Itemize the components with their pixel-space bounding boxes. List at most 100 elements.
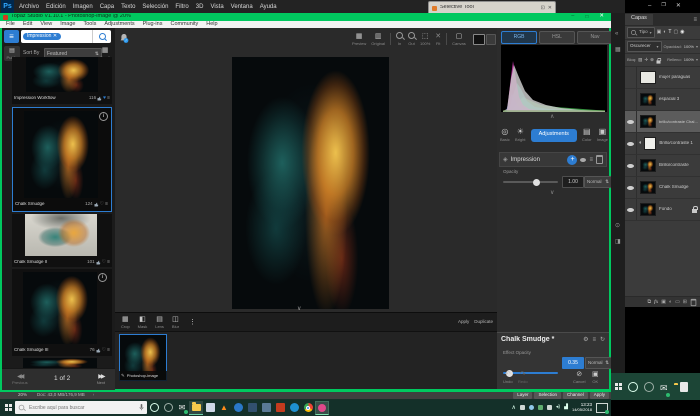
preset-menu-icon[interactable]: ≡ xyxy=(107,348,110,353)
topaz-close-icon[interactable]: ✕ xyxy=(599,14,604,20)
lens-tool-button[interactable]: ▤Lens xyxy=(155,316,164,329)
task-view-icon[interactable] xyxy=(644,382,654,392)
edit-pencil-icon[interactable]: ✎ xyxy=(121,374,125,379)
apply-button[interactable]: Apply xyxy=(458,320,469,325)
layer-name[interactable]: Brillo/contraste 1 xyxy=(659,141,693,146)
menu-edicion[interactable]: Edición xyxy=(46,4,66,10)
menu-texto[interactable]: Texto xyxy=(121,4,135,10)
tray-icon-2[interactable] xyxy=(529,405,534,410)
topaz-menu-adjustments[interactable]: Adjustments xyxy=(104,22,134,28)
delete-adjustment-icon[interactable] xyxy=(596,155,603,164)
mask-tool-button[interactable]: ◧Mask xyxy=(138,316,148,329)
layer-name[interactable]: mujer paraguas xyxy=(659,75,690,80)
layer-name[interactable]: brillo/contraste Chalk Smudge II xyxy=(659,120,700,124)
preset-menu-icon[interactable]: ≡ xyxy=(107,96,110,101)
layer-row-espacial-3[interactable]: espacial 3 xyxy=(625,89,700,111)
cancel-button[interactable]: ⊘Cancel xyxy=(573,371,585,384)
preview-button[interactable]: ▦Preview xyxy=(352,33,366,46)
preset-thumbnail[interactable] xyxy=(23,272,97,344)
topaz-titlebar[interactable]: Topaz Studio V1.10.1 - Photoshop-image @… xyxy=(0,13,611,21)
menu-ayuda[interactable]: Ayuda xyxy=(260,4,277,10)
fit-button[interactable]: ✕Fit xyxy=(435,33,441,46)
favorite-icon[interactable]: ♡ xyxy=(102,348,106,353)
pagination-next-button[interactable]: ▶▶ Next xyxy=(97,374,105,385)
collapse-panels-icon[interactable]: « xyxy=(615,31,618,37)
windows-logo-icon[interactable] xyxy=(615,383,622,390)
visibility-toggle[interactable] xyxy=(625,199,637,220)
preset-card-partial[interactable] xyxy=(23,358,97,368)
adjustments-button[interactable]: Adjustments xyxy=(531,129,577,142)
task-view-button[interactable] xyxy=(161,401,175,415)
search-input[interactable]: Impression ✕ xyxy=(21,30,92,43)
visibility-toggle[interactable] xyxy=(625,155,637,176)
layer-row-fondo[interactable]: Fondo xyxy=(625,199,700,221)
lock-all-icon[interactable] xyxy=(656,60,660,63)
zoom-level[interactable]: 20% xyxy=(18,393,27,398)
delete-layer-icon[interactable] xyxy=(691,298,697,305)
selective-tool-pin-icon[interactable]: ⊡ xyxy=(541,6,545,11)
taskbar-search-input[interactable] xyxy=(27,404,137,412)
filter-adjustment-icon[interactable]: ◐ xyxy=(663,30,666,35)
canvas-button[interactable]: ▢Canvas xyxy=(452,33,466,46)
favorite-icon[interactable]: ♡ xyxy=(102,260,106,265)
dock-icon-2[interactable]: ◨ xyxy=(615,239,621,245)
opacity-slider[interactable] xyxy=(503,181,558,183)
start-button[interactable] xyxy=(1,401,15,415)
opacity-slider-handle[interactable] xyxy=(533,179,540,186)
bright-tool-button[interactable]: ☀Bright xyxy=(515,128,525,142)
menu-seleccion[interactable]: Selección xyxy=(142,4,168,10)
layer-thumbnail[interactable] xyxy=(640,203,656,216)
new-adjustment-icon[interactable]: ◐ xyxy=(669,300,672,305)
layer-thumbnail[interactable] xyxy=(640,93,656,106)
explorer-button[interactable] xyxy=(189,401,203,415)
single-view-button[interactable] xyxy=(473,34,485,45)
impression-panel-header[interactable]: ◈ Impression + ≡ xyxy=(499,152,607,167)
effect-menu-icon[interactable]: ≡ xyxy=(592,337,596,343)
volume-icon[interactable]: ◂) xyxy=(556,405,560,410)
tab-hsl[interactable]: HSL xyxy=(539,31,575,44)
zoom-in-button[interactable]: In xyxy=(396,32,403,46)
status-chevron-icon[interactable]: › xyxy=(93,393,95,398)
vlc-button[interactable]: ▲ xyxy=(217,401,231,415)
menu-filtro[interactable]: Filtro xyxy=(175,4,188,10)
effect-blend-dropdown[interactable]: Normal⇅ xyxy=(585,357,612,369)
layer-name[interactable]: Chalk Smudge xyxy=(659,185,689,190)
layer-name[interactable]: espacial 3 xyxy=(659,97,679,102)
notification-bell-icon[interactable]: i xyxy=(119,30,129,40)
selection-button[interactable]: Selection xyxy=(534,392,561,399)
layer-thumbnail[interactable] xyxy=(640,71,656,84)
filter-pin-icon[interactable]: ◉ xyxy=(680,30,684,35)
basic-tool-button[interactable]: ◎Basic xyxy=(500,128,510,142)
favorite-icon[interactable]: ♡ xyxy=(100,202,104,207)
preset-card-chalk-smudge[interactable]: i Chalk Smudge 124 ♡ ≡ xyxy=(12,107,112,212)
taskbar-search[interactable] xyxy=(15,401,147,414)
selective-tool-close-icon[interactable]: ✕ xyxy=(548,6,552,11)
app-icon[interactable] xyxy=(680,382,688,392)
histogram-collapse-icon[interactable]: ∧ xyxy=(550,114,554,120)
more-tools-icon[interactable]: ⋮ xyxy=(189,319,196,326)
layer-button[interactable]: Layer xyxy=(513,392,532,399)
lock-position-icon[interactable]: ⊕ xyxy=(650,58,654,63)
clock[interactable]: 13:23 14/05/2018 xyxy=(572,403,592,413)
favorite-icon[interactable]: ♥ xyxy=(103,96,106,101)
redo-button[interactable]: ↷Redo xyxy=(518,371,528,384)
active-app-button[interactable] xyxy=(315,401,329,415)
link-layers-icon[interactable]: ⧉ xyxy=(648,300,652,305)
crop-tool-button[interactable]: ▦Crop xyxy=(121,316,130,329)
microphone-icon[interactable] xyxy=(139,404,144,411)
visibility-toggle[interactable] xyxy=(625,89,637,110)
color-tool-button[interactable]: ▤Color xyxy=(582,128,592,142)
preset-thumbnail[interactable] xyxy=(24,111,98,198)
new-layer-icon[interactable]: ⊞ xyxy=(683,300,687,305)
tray-icon-1[interactable] xyxy=(520,405,525,410)
filter-image-icon[interactable]: ▣ xyxy=(657,30,662,35)
mail-button[interactable]: ✉ xyxy=(660,378,668,396)
channel-button[interactable]: Channel xyxy=(563,392,588,399)
menu-capa[interactable]: Capa xyxy=(100,4,114,10)
topaz-menu-file[interactable]: File xyxy=(6,22,15,28)
topaz-menu-help[interactable]: Help xyxy=(206,22,217,28)
minimize-icon[interactable]: – xyxy=(648,3,651,9)
preset-card-chalk-smudge-3[interactable]: i Chalk Smudge III 76 ♡ ≡ xyxy=(12,269,112,356)
filter-type-dropdown[interactable]: Tipo ▾ xyxy=(627,27,655,38)
layer-row-brillo-contraste[interactable]: Brillo/contraste xyxy=(625,155,700,177)
